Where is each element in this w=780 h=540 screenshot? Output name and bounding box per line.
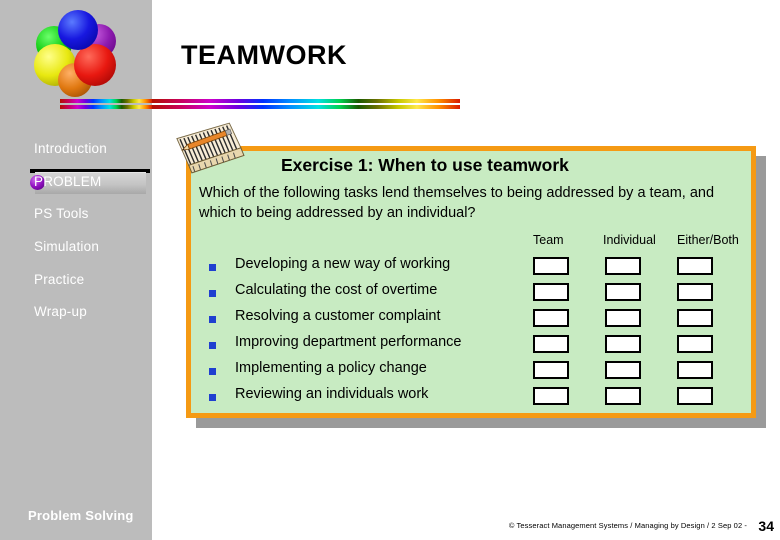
rainbow-bar-top (152, 99, 460, 103)
exercise-heading: Exercise 1: When to use teamwork (281, 155, 569, 175)
column-header-team: Team (533, 233, 564, 247)
bullet-icon (209, 342, 216, 349)
notepad-pencil-icon (176, 122, 245, 174)
colored-spheres-logo (28, 8, 128, 97)
bullet-icon (209, 264, 216, 271)
exercise-panel: Exercise 1: When to use teamwork Which o… (186, 146, 756, 418)
task-label: Improving department performance (235, 334, 462, 350)
column-header-individual: Individual (603, 233, 656, 247)
task-row: Developing a new way of working (191, 255, 751, 281)
logo-sphere-blue (58, 10, 98, 50)
task-row: Implementing a policy change (191, 359, 751, 385)
column-headers: Team Individual Either/Both (191, 233, 751, 249)
checkbox-either-both[interactable] (677, 309, 713, 327)
task-label: Calculating the cost of overtime (235, 282, 438, 298)
checkbox-team[interactable] (533, 283, 569, 301)
footer-page-number: 34 (758, 518, 774, 534)
rainbow-bar-top (60, 99, 152, 103)
checkbox-individual[interactable] (605, 309, 641, 327)
rainbow-bar-bottom (152, 105, 460, 109)
bullet-icon (209, 394, 216, 401)
checkbox-individual[interactable] (605, 361, 641, 379)
checkbox-individual[interactable] (605, 283, 641, 301)
sidebar-item-label: PS Tools (34, 206, 89, 221)
checkbox-team[interactable] (533, 257, 569, 275)
sidebar-item-label: Practice (34, 272, 85, 287)
rainbow-divider-sidebar (60, 99, 152, 110)
sidebar-item-simulation[interactable]: Simulation (34, 239, 99, 254)
task-row: Resolving a customer complaint (191, 307, 751, 333)
checkbox-either-both[interactable] (677, 387, 713, 405)
checkbox-either-both[interactable] (677, 257, 713, 275)
bullet-icon (209, 316, 216, 323)
checkbox-team[interactable] (533, 309, 569, 327)
checkbox-team[interactable] (533, 387, 569, 405)
rainbow-bar-bottom (60, 105, 152, 109)
task-row: Improving department performance (191, 333, 751, 359)
sidebar-item-introduction[interactable]: Introduction (34, 141, 107, 156)
rainbow-divider-main (152, 99, 460, 110)
logo-sphere-red (74, 44, 116, 86)
checkbox-either-both[interactable] (677, 283, 713, 301)
sidebar-item-wrap-up[interactable]: Wrap-up (34, 304, 87, 319)
checkbox-individual[interactable] (605, 335, 641, 353)
sidebar-item-label: Simulation (34, 239, 100, 254)
checkbox-team[interactable] (533, 361, 569, 379)
sidebar-footer-label: Problem Solving (28, 508, 134, 523)
bullet-icon (209, 290, 216, 297)
sidebar-item-label: Wrap-up (34, 304, 87, 319)
checkbox-either-both[interactable] (677, 335, 713, 353)
task-label: Resolving a customer complaint (235, 308, 441, 324)
task-label: Reviewing an individuals work (235, 386, 429, 402)
footer-credit: © Tesseract Management Systems / Managin… (508, 521, 747, 530)
task-label: Implementing a policy change (235, 360, 427, 376)
bullet-icon (209, 368, 216, 375)
sidebar-item-problem[interactable]: PROBLEM (34, 174, 101, 189)
checkbox-either-both[interactable] (677, 361, 713, 379)
checkbox-individual[interactable] (605, 257, 641, 275)
sidebar-item-label: PROBLEM (34, 174, 102, 189)
checkbox-individual[interactable] (605, 387, 641, 405)
checkbox-team[interactable] (533, 335, 569, 353)
sidebar-item-practice[interactable]: Practice (34, 272, 84, 287)
slide-canvas: Introduction PROBLEM PS Tools Simulation… (0, 0, 780, 540)
column-header-either-both: Either/Both (677, 233, 739, 247)
page-title: TEAMWORK (181, 40, 347, 70)
task-row: Calculating the cost of overtime (191, 281, 751, 307)
task-row: Reviewing an individuals work (191, 385, 751, 411)
task-label: Developing a new way of working (235, 256, 451, 272)
exercise-question: Which of the following tasks lend themse… (199, 185, 715, 221)
sidebar: Introduction PROBLEM PS Tools Simulation… (0, 0, 152, 540)
sidebar-item-label: Introduction (34, 141, 107, 156)
sidebar-item-ps-tools[interactable]: PS Tools (34, 206, 89, 221)
task-list: Developing a new way of working Calculat… (191, 255, 751, 411)
